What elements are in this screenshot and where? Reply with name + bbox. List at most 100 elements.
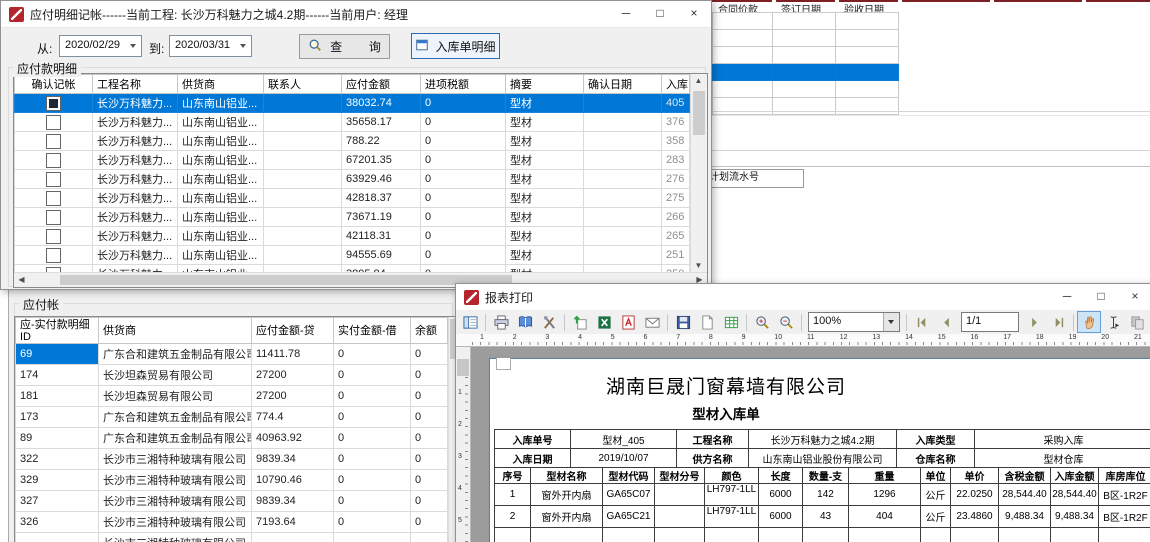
bg-grid-row[interactable] (713, 13, 899, 30)
mail-icon[interactable] (640, 311, 664, 333)
table-row[interactable]: 长沙万科魅力...山东南山铝业...63929.460型材276 (15, 170, 690, 189)
toc-panel-icon[interactable] (458, 311, 482, 333)
minimize-button[interactable]: ─ (609, 1, 643, 27)
column-header[interactable]: 余额 (411, 318, 448, 344)
table-row[interactable]: 326长沙市三湘特种玻璃有限公司7193.6400 (16, 512, 448, 533)
table-row[interactable]: 322长沙市三湘特种玻璃有限公司9839.3400 (16, 449, 448, 470)
table-row[interactable]: 长沙万科魅力...山东南山铝业...788.220型材358 (15, 132, 690, 151)
table-row[interactable]: 长沙万科魅力...山东南山铝业...38032.740型材405 (15, 94, 690, 113)
scroll-left-icon[interactable]: ◀ (14, 273, 29, 287)
close-button[interactable]: × (1118, 284, 1150, 310)
inbound-detail-button[interactable]: 入库单明细 (411, 33, 500, 59)
confirm-checkbox[interactable] (46, 115, 61, 130)
maximize-button[interactable]: □ (1084, 284, 1118, 310)
confirm-checkbox[interactable] (46, 229, 61, 244)
toolbar-separator (667, 314, 668, 331)
title-bar[interactable]: 应付明细记帐------当前工程: 长沙万科魅力之城4.2期------当前用户… (1, 1, 711, 28)
confirm-checkbox[interactable] (46, 172, 61, 187)
to-date-combo[interactable]: 2020/03/31 (169, 35, 252, 57)
column-header[interactable]: 应付金额-贷 (252, 318, 334, 344)
export-icon[interactable] (568, 311, 592, 333)
page-indicator-input[interactable]: 1/1 (961, 312, 1019, 332)
ruler-number: 7 (676, 334, 680, 341)
window-title: 应付明细记帐------当前工程: 长沙万科魅力之城4.2期------当前用户… (30, 6, 408, 23)
zoom-out-icon[interactable] (774, 311, 798, 333)
prev-page-icon[interactable] (934, 311, 958, 333)
excel-icon[interactable] (592, 311, 616, 333)
text-select-icon[interactable] (1101, 311, 1125, 333)
scrollbar-thumb[interactable] (60, 275, 512, 285)
column-header[interactable]: 摘要 (506, 75, 584, 94)
preview-area[interactable]: 12345 湖南巨晟门窗幕墙有限公司 型材入库单 入库单号型材_405工程名称长… (456, 347, 1150, 542)
column-header[interactable]: 实付金额-借 (334, 318, 411, 344)
bg-grid-row[interactable] (713, 64, 899, 81)
scrollbar-thumb[interactable] (693, 91, 705, 135)
cell: 6000 (759, 506, 803, 528)
cell: B区-1R2F (1099, 484, 1150, 506)
zoom-select[interactable]: 100% (808, 312, 900, 332)
query-button[interactable]: 查 询 (299, 34, 390, 59)
first-page-icon[interactable] (910, 311, 934, 333)
table-row[interactable]: 174长沙坦森贸易有限公司2720000 (16, 365, 448, 386)
bg-grid-row[interactable] (713, 30, 899, 47)
cell: 63929.46 (342, 170, 421, 189)
column-header[interactable]: 确认记帐 (15, 75, 93, 94)
column-header[interactable]: 应-实付款明细ID (16, 318, 99, 344)
column-header[interactable]: 供货商 (178, 75, 264, 94)
table-row[interactable]: 327长沙市三湘特种玻璃有限公司9839.3400 (16, 491, 448, 512)
column-header[interactable]: 确认日期 (584, 75, 662, 94)
column-header[interactable]: 进项税额 (421, 75, 506, 94)
hand-tool-icon[interactable] (1077, 311, 1101, 333)
scroll-up-icon[interactable]: ▲ (691, 74, 706, 88)
zoom-in-icon[interactable] (750, 311, 774, 333)
table-row[interactable]: 长沙万科魅力...山东南山铝业...42818.370型材275 (15, 189, 690, 208)
tools-icon[interactable] (537, 311, 561, 333)
table-row[interactable]: 长沙万科魅力...山东南山铝业...67201.350型材283 (15, 151, 690, 170)
last-page-icon[interactable] (1046, 311, 1070, 333)
maximize-button[interactable]: □ (643, 1, 677, 27)
confirm-checkbox[interactable] (46, 153, 61, 168)
confirm-checkbox[interactable] (46, 96, 61, 111)
table-row[interactable]: 长沙万科魅力...山东南山铝业...35658.170型材376 (15, 113, 690, 132)
dropdown-arrow-icon[interactable] (883, 313, 899, 331)
confirm-checkbox[interactable] (46, 191, 61, 206)
confirm-checkbox[interactable] (46, 248, 61, 263)
next-page-icon[interactable] (1022, 311, 1046, 333)
dropdown-arrow-icon[interactable] (130, 44, 136, 48)
pdf-icon[interactable] (616, 311, 640, 333)
column-header[interactable]: 工程名称 (93, 75, 178, 94)
column-header[interactable]: 入库 (662, 75, 690, 94)
cell (836, 64, 899, 81)
table-row[interactable]: 长沙万科魅力...山东南山铝业...73671.190型材266 (15, 208, 690, 227)
title-bar[interactable]: 报表打印 ─□× (456, 284, 1150, 311)
vertical-scrollbar[interactable]: ▲ ▼ (690, 74, 707, 273)
column-header[interactable]: 供货商 (99, 318, 252, 344)
cell: 长沙万科魅力... (93, 132, 178, 151)
table-row[interactable]: 329长沙市三湘特种玻璃有限公司10790.4600 (16, 470, 448, 491)
print-icon[interactable] (489, 311, 513, 333)
confirm-checkbox[interactable] (46, 134, 61, 149)
save-icon[interactable] (671, 311, 695, 333)
from-date-combo[interactable]: 2020/02/29 (59, 35, 142, 57)
table-row[interactable]: 181长沙坦森贸易有限公司2720000 (16, 386, 448, 407)
table-row[interactable]: 89广东合和建筑五金制品有限公司40963.9200 (16, 428, 448, 449)
table-row[interactable]: 69广东合和建筑五金制品有限公司11411.7800 (16, 344, 448, 365)
column-header: 序号 (495, 468, 531, 484)
page-setup-icon[interactable] (695, 311, 719, 333)
column-header[interactable]: 联系人 (264, 75, 342, 94)
book-icon[interactable] (513, 311, 537, 333)
close-button[interactable]: × (677, 1, 711, 27)
table-row[interactable]: 长沙万科魅力...山东南山铝业...42118.310型材265 (15, 227, 690, 246)
confirm-checkbox[interactable] (46, 210, 61, 225)
table-row[interactable]: 长沙市三湘特种玻璃有限公司 (16, 533, 448, 542)
column-header[interactable]: 应付金额 (342, 75, 421, 94)
minimize-button[interactable]: ─ (1050, 284, 1084, 310)
bg-grid-row[interactable] (713, 81, 899, 98)
dropdown-arrow-icon[interactable] (240, 44, 246, 48)
table-row[interactable]: 173广东合和建筑五金制品有限公司774.400 (16, 407, 448, 428)
scroll-down-icon[interactable]: ▼ (691, 259, 706, 273)
copy-page-icon[interactable] (1125, 311, 1149, 333)
grid-export-icon[interactable] (719, 311, 743, 333)
table-row[interactable]: 长沙万科魅力...山东南山铝业...94555.690型材251 (15, 246, 690, 265)
bg-grid-row[interactable] (713, 47, 899, 64)
